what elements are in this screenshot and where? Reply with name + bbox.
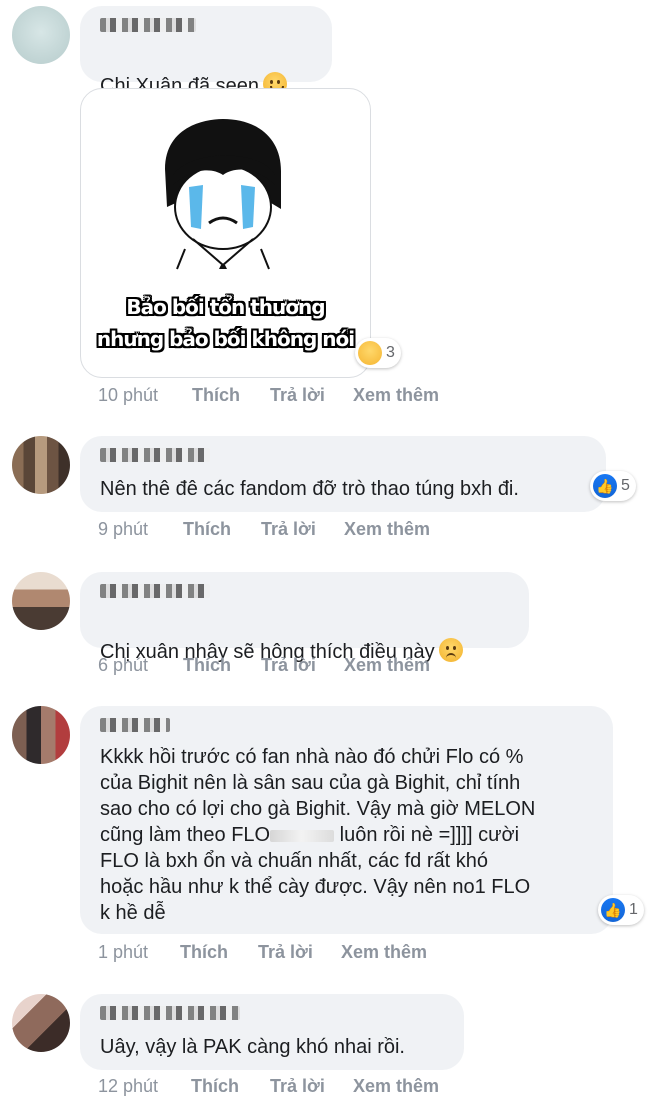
see-more-button[interactable]: Xem thêm xyxy=(353,385,439,406)
like-button[interactable]: Thích xyxy=(183,655,231,676)
comment-time[interactable]: 9 phút xyxy=(98,519,148,540)
comment-time[interactable]: 10 phút xyxy=(98,385,158,406)
comment-bubble: Chị Xuân đã seen xyxy=(80,6,332,97)
blurred-link xyxy=(270,829,335,842)
comment-bubble: Nên thê đê các fandom đỡ trò thao túng b… xyxy=(80,436,606,512)
avatar[interactable] xyxy=(12,706,70,764)
avatar[interactable] xyxy=(12,6,70,64)
comment-time[interactable]: 12 phút xyxy=(98,1076,158,1097)
sticker-caption-line1: Bảo bối tổn thương xyxy=(126,295,325,319)
reaction-number: 5 xyxy=(621,477,630,494)
author-name[interactable] xyxy=(100,718,170,732)
comment-text: Uây, vậy là PAK càng khó nhai rồi. xyxy=(100,1036,405,1058)
author-name[interactable] xyxy=(100,448,210,462)
reply-button[interactable]: Trả lời xyxy=(261,519,316,540)
reaction-count[interactable]: 3 xyxy=(355,338,401,368)
sticker-caption-line2: nhưng bảo bối không nói xyxy=(96,327,355,351)
like-button[interactable]: Thích xyxy=(183,519,231,540)
avatar[interactable] xyxy=(12,436,70,494)
comment-text: Kkkk hồi trước có fan nhà nào đó chửi Fl… xyxy=(100,744,600,926)
comment-text-part3: FLO là bxh ổn và chuấn nhất, các fd rất … xyxy=(100,850,531,924)
comment-text: Nên thê đê các fandom đỡ trò thao túng b… xyxy=(100,478,519,500)
author-name[interactable] xyxy=(100,584,210,598)
author-name[interactable] xyxy=(100,18,196,32)
see-more-button[interactable]: Xem thêm xyxy=(344,655,430,676)
confused-face-icon xyxy=(438,638,463,662)
comment-text-part2: luôn rồi nè =]]]] cười xyxy=(334,824,520,846)
reaction-count[interactable]: 👍 1 xyxy=(598,895,644,925)
see-more-button[interactable]: Xem thêm xyxy=(341,942,427,963)
reply-button[interactable]: Trả lời xyxy=(261,655,316,676)
reaction-number: 1 xyxy=(629,901,638,918)
see-more-button[interactable]: Xem thêm xyxy=(344,519,430,540)
like-button[interactable]: Thích xyxy=(180,942,228,963)
reply-button[interactable]: Trả lời xyxy=(270,385,325,406)
avatar[interactable] xyxy=(12,994,70,1052)
like-button[interactable]: Thích xyxy=(191,1076,239,1097)
see-more-button[interactable]: Xem thêm xyxy=(353,1076,439,1097)
crying-face-icon xyxy=(358,341,382,365)
crying-girl-sticker-icon xyxy=(165,119,281,270)
avatar[interactable] xyxy=(12,572,70,630)
comment-time[interactable]: 6 phút xyxy=(98,655,148,676)
reply-button[interactable]: Trả lời xyxy=(258,942,313,963)
like-icon: 👍 xyxy=(593,474,617,498)
comment-bubble: Kkkk hồi trước có fan nhà nào đó chửi Fl… xyxy=(80,706,613,934)
like-icon: 👍 xyxy=(601,898,625,922)
comment-time[interactable]: 1 phút xyxy=(98,942,148,963)
comment-bubble: Uây, vậy là PAK càng khó nhai rồi. xyxy=(80,994,464,1070)
reaction-number: 3 xyxy=(386,344,395,361)
sticker-image[interactable]: Bảo bối tổn thương nhưng bảo bối không n… xyxy=(80,88,371,378)
author-name[interactable] xyxy=(100,1006,240,1020)
like-button[interactable]: Thích xyxy=(192,385,240,406)
comment-bubble: Chị xuân nhây sẽ hông thích điều này xyxy=(80,572,529,663)
reaction-count[interactable]: 👍 5 xyxy=(590,471,636,501)
reply-button[interactable]: Trả lời xyxy=(270,1076,325,1097)
